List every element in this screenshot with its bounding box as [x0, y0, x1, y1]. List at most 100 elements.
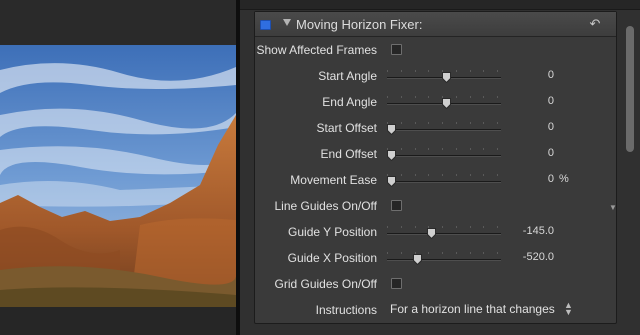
slider-tick	[415, 122, 416, 124]
slider-tick	[415, 70, 416, 72]
param-label: Guide X Position	[287, 251, 377, 265]
slider-track[interactable]	[387, 181, 501, 183]
slider-tick	[470, 148, 471, 150]
param-label: Show Affected Frames	[256, 43, 377, 57]
slider-tick	[415, 148, 416, 150]
param-row-start-offset: Start Offset 0	[255, 115, 616, 141]
slider-tick	[497, 122, 498, 124]
slider-knob[interactable]	[413, 254, 422, 265]
movement-ease-slider[interactable]	[387, 167, 501, 193]
slider-tick	[456, 252, 457, 254]
slider-tick	[428, 174, 429, 176]
slider-knob[interactable]	[442, 98, 451, 109]
slider-tick	[401, 122, 402, 124]
start-offset-value[interactable]: 0	[548, 121, 554, 133]
viewer-image	[0, 45, 236, 307]
end-offset-slider[interactable]	[387, 141, 501, 167]
start-offset-slider[interactable]	[387, 115, 501, 141]
slider-track[interactable]	[387, 259, 501, 261]
slider-tick	[456, 122, 457, 124]
disclosure-triangle-icon[interactable]	[283, 19, 291, 26]
grid-guides-on-off-checkbox[interactable]	[391, 278, 402, 289]
slider-tick	[483, 122, 484, 124]
slider-tick	[483, 70, 484, 72]
slider-track[interactable]	[387, 129, 501, 131]
param-row-movement-ease: Movement Ease 0%	[255, 167, 616, 193]
slider-tick	[470, 174, 471, 176]
param-label: End Offset	[320, 147, 377, 161]
slider-tick	[483, 252, 484, 254]
slider-knob[interactable]	[387, 124, 396, 135]
scroll-down-arrow-icon[interactable]: ▼	[609, 203, 617, 212]
guide-y-position-slider[interactable]	[387, 219, 501, 245]
param-label: Start Offset	[316, 121, 377, 135]
slider-knob[interactable]	[442, 72, 451, 83]
slider-tick	[428, 96, 429, 98]
slider-tick	[456, 148, 457, 150]
guide-x-position-value[interactable]: -520.0	[523, 251, 554, 263]
slider-tick	[470, 96, 471, 98]
slider-knob[interactable]	[387, 150, 396, 161]
slider-track[interactable]	[387, 233, 501, 235]
inspector-scrollbar[interactable]	[626, 26, 634, 152]
param-label: End Angle	[322, 95, 377, 109]
param-label: Guide Y Position	[288, 225, 377, 239]
slider-tick	[442, 148, 443, 150]
guide-x-position-slider[interactable]	[387, 245, 501, 271]
slider-tick	[456, 226, 457, 228]
start-angle-value[interactable]: 0	[548, 69, 554, 81]
popup-arrows-icon[interactable]: ▲ ▼	[564, 301, 573, 317]
param-row-show-affected-frames: Show Affected Frames	[255, 37, 616, 63]
slider-track[interactable]	[387, 155, 501, 157]
slider-tick	[470, 70, 471, 72]
slider-tick	[497, 226, 498, 228]
slider-tick	[497, 96, 498, 98]
show-affected-frames-checkbox[interactable]	[391, 44, 402, 55]
param-row-grid-guides-on-off: Grid Guides On/Off	[255, 271, 616, 297]
effect-title: Moving Horizon Fixer:	[296, 17, 423, 32]
slider-tick	[470, 252, 471, 254]
inspector-panel: Moving Horizon Fixer: ↶ Show Affected Fr…	[240, 0, 640, 335]
param-row-guide-x-position: Guide X Position -520.0	[255, 245, 616, 271]
slider-tick	[483, 148, 484, 150]
slider-tick	[428, 122, 429, 124]
slider-knob[interactable]	[387, 176, 396, 187]
slider-tick	[401, 96, 402, 98]
slider-tick	[442, 174, 443, 176]
end-offset-value[interactable]: 0	[548, 147, 554, 159]
slider-knob[interactable]	[427, 228, 436, 239]
slider-tick	[428, 252, 429, 254]
slider-tick	[497, 70, 498, 72]
slider-tick	[456, 96, 457, 98]
slider-tick	[442, 122, 443, 124]
param-row-end-angle: End Angle 0	[255, 89, 616, 115]
param-label: Instructions	[315, 303, 377, 317]
slider-tick	[401, 226, 402, 228]
slider-tick	[483, 96, 484, 98]
effect-enable-checkbox[interactable]	[260, 20, 271, 30]
start-angle-slider[interactable]	[387, 63, 501, 89]
instructions-popup[interactable]: For a horizon line that changes	[390, 302, 555, 316]
viewer-panel	[0, 0, 236, 335]
param-label: Line Guides On/Off	[274, 199, 377, 213]
end-angle-value[interactable]: 0	[548, 95, 554, 107]
slider-tick	[483, 174, 484, 176]
landscape-image	[0, 45, 236, 307]
slider-tick	[470, 226, 471, 228]
slider-tick	[483, 226, 484, 228]
param-row-instructions: Instructions For a horizon line that chan…	[255, 297, 616, 323]
movement-ease-value[interactable]: 0	[548, 173, 554, 185]
slider-tick	[497, 174, 498, 176]
slider-tick	[387, 252, 388, 254]
slider-tick	[428, 70, 429, 72]
slider-tick	[456, 174, 457, 176]
slider-tick	[456, 70, 457, 72]
slider-tick	[497, 148, 498, 150]
slider-tick	[401, 174, 402, 176]
end-angle-slider[interactable]	[387, 89, 501, 115]
param-row-guide-y-position: Guide Y Position -145.0	[255, 219, 616, 245]
reset-arrow-icon[interactable]: ↶	[588, 16, 602, 32]
line-guides-on-off-checkbox[interactable]	[391, 200, 402, 211]
slider-tick	[415, 226, 416, 228]
guide-y-position-value[interactable]: -145.0	[523, 225, 554, 237]
